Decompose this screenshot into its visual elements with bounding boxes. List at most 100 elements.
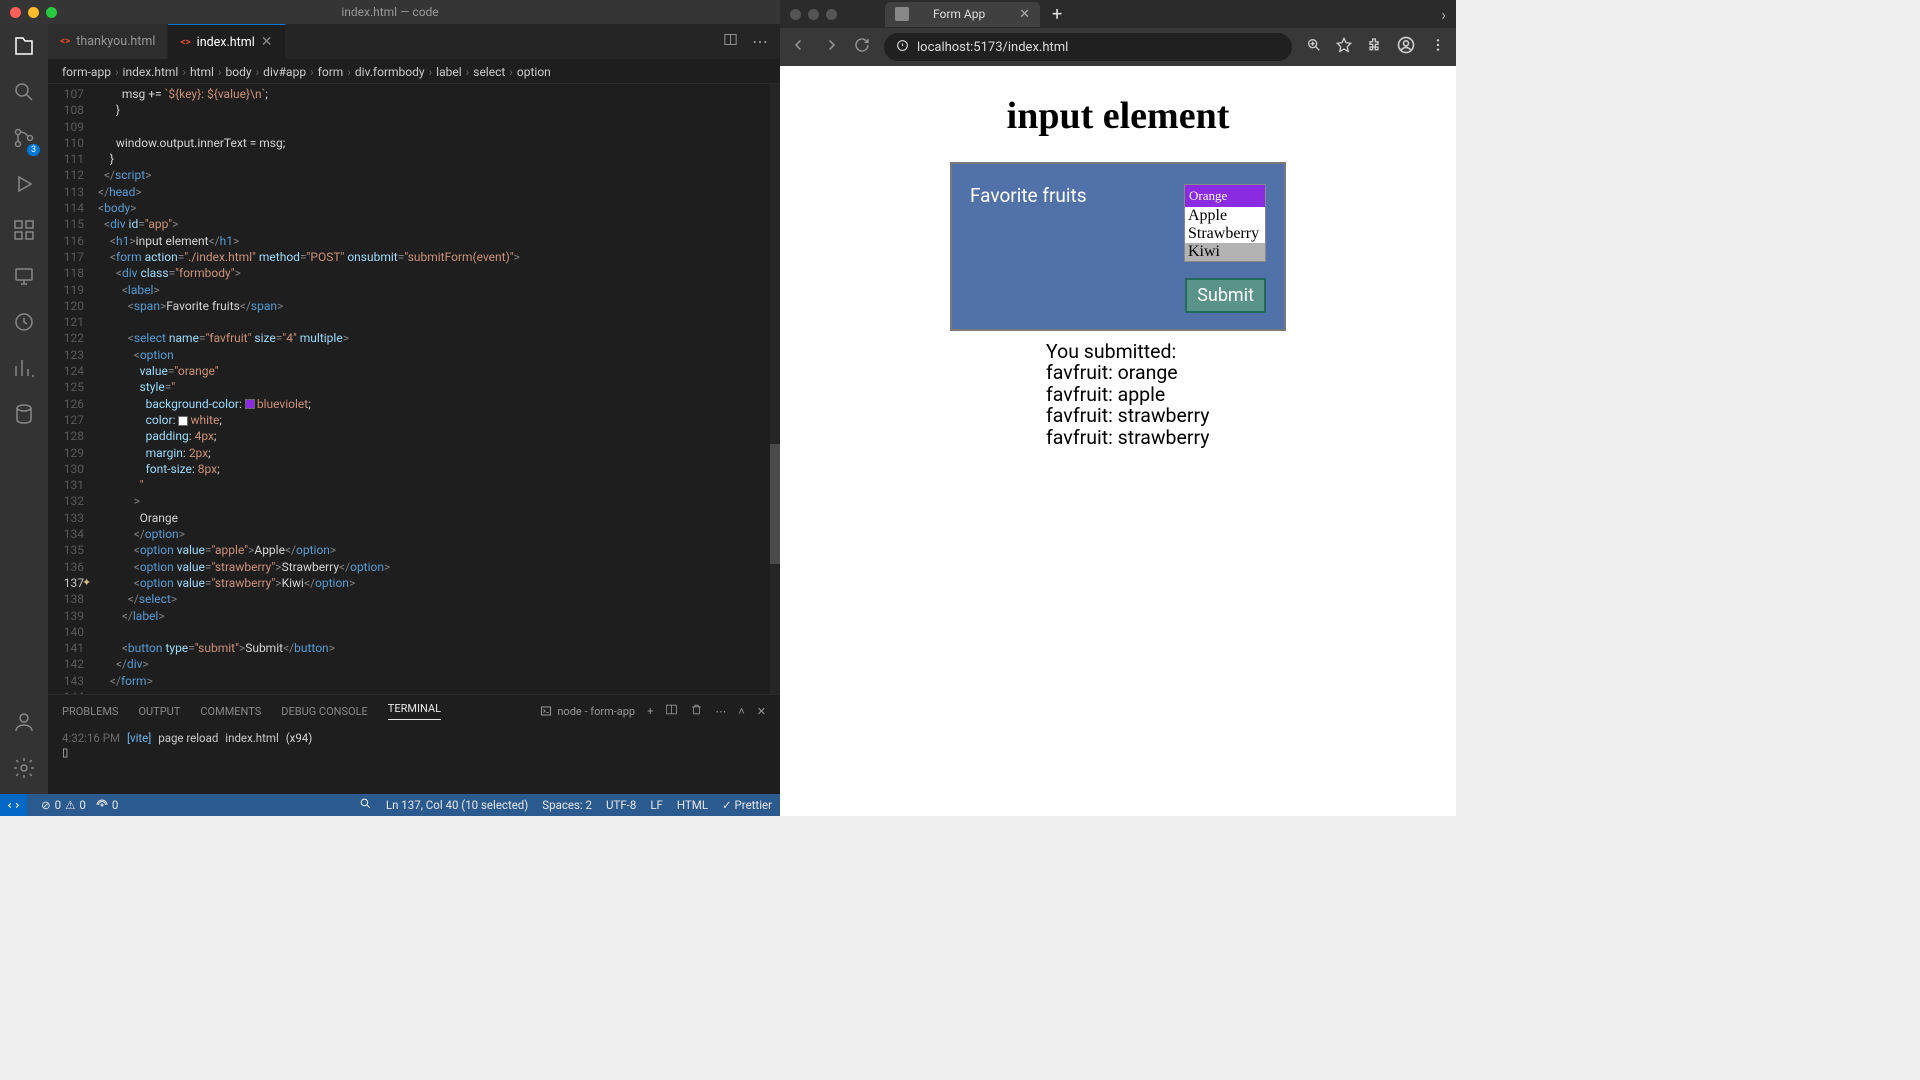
favicon-icon	[895, 7, 909, 21]
breadcrumb-item[interactable]: form-app	[62, 65, 111, 79]
breadcrumb-item[interactable]: select	[473, 65, 505, 79]
explorer-icon[interactable]	[12, 34, 36, 62]
form-output: You submitted:favfruit: orangefavfruit: …	[950, 341, 1286, 448]
editor-tabs: <>thankyou.html<>index.html✕ ⋯	[48, 24, 780, 60]
code-editor[interactable]: msg += `${key}: ${value}\n`; } window.ou…	[98, 84, 780, 694]
zoom-icon[interactable]	[1306, 37, 1322, 57]
search-icon[interactable]	[12, 80, 36, 108]
vscode-window: index.html — code 3 <>thankyou	[0, 0, 780, 816]
close-panel-icon[interactable]: ✕	[757, 705, 766, 718]
select-option[interactable]: Strawberry	[1185, 225, 1265, 243]
extensions-icon[interactable]	[1366, 37, 1382, 57]
run-debug-icon[interactable]	[12, 172, 36, 200]
zoom-window-icon[interactable]	[46, 7, 57, 18]
profile-icon[interactable]	[1396, 35, 1416, 59]
url-text: localhost:5173/index.html	[917, 40, 1068, 55]
kill-terminal-icon[interactable]	[690, 703, 703, 719]
minimize-window-icon[interactable]	[808, 9, 819, 20]
panel-tab[interactable]: PROBLEMS	[62, 705, 118, 718]
bookmark-icon[interactable]	[1336, 37, 1352, 57]
select-option[interactable]: Orange	[1185, 185, 1265, 207]
editor-tab[interactable]: <>thankyou.html	[48, 24, 168, 59]
site-info-icon[interactable]	[896, 39, 909, 56]
activity-bar: 3	[0, 24, 48, 794]
cursor-position[interactable]: Ln 137, Col 40 (10 selected)	[386, 798, 528, 812]
more-actions-icon[interactable]: ⋯	[752, 32, 768, 51]
url-bar[interactable]: localhost:5173/index.html	[884, 33, 1292, 61]
close-tab-icon[interactable]: ✕	[1019, 7, 1030, 22]
editor-tab[interactable]: <>index.html✕	[168, 24, 285, 59]
select-option[interactable]: Apple	[1185, 207, 1265, 225]
graph-icon[interactable]	[12, 356, 36, 384]
more-panel-icon[interactable]: ⋯	[715, 705, 726, 718]
eol-status[interactable]: LF	[650, 798, 663, 812]
page-heading: input element	[948, 94, 1288, 138]
split-editor-icon[interactable]	[723, 32, 738, 51]
indent-status[interactable]: Spaces: 2	[542, 798, 592, 812]
account-icon[interactable]	[12, 710, 36, 738]
panel-tab[interactable]: TERMINAL	[388, 702, 441, 720]
breadcrumb[interactable]: form-app›index.html›html›body›div#app›fo…	[48, 60, 780, 84]
maximize-panel-icon[interactable]: ˄	[738, 705, 744, 718]
close-tab-icon[interactable]: ✕	[261, 34, 273, 50]
settings-icon[interactable]	[12, 756, 36, 784]
reload-button[interactable]	[854, 37, 870, 57]
scm-badge: 3	[27, 144, 40, 156]
submit-button[interactable]: Submit	[1185, 278, 1266, 313]
minimize-window-icon[interactable]	[28, 7, 39, 18]
breadcrumb-item[interactable]: option	[517, 65, 551, 79]
form-container: Favorite fruits OrangeAppleStrawberryKiw…	[950, 162, 1286, 331]
browser-tab[interactable]: Form App ✕	[885, 2, 1040, 27]
traffic-lights	[10, 7, 57, 18]
close-window-icon[interactable]	[790, 9, 801, 20]
browser-window: Form App ✕ + › localhost:5173/index.html	[780, 0, 1456, 816]
source-control-icon[interactable]: 3	[12, 126, 36, 154]
browser-traffic-lights	[790, 9, 837, 20]
breadcrumb-item[interactable]: html	[190, 65, 214, 79]
bottom-panel: PROBLEMS OUTPUT COMMENTS DEBUG CONSOLE TERMI…	[48, 694, 780, 794]
breadcrumb-item[interactable]: div.formbody	[355, 65, 425, 79]
select-option[interactable]: Kiwi	[1185, 243, 1265, 261]
close-window-icon[interactable]	[10, 7, 21, 18]
terminal-output[interactable]: 4:32:16 PM [vite] page reload index.html…	[48, 727, 780, 794]
terminal-task-icon[interactable]: node - form-app	[540, 705, 635, 718]
zoom-window-icon[interactable]	[826, 9, 837, 20]
fruit-select[interactable]: OrangeAppleStrawberryKiwi	[1184, 184, 1266, 262]
browser-toolbar: localhost:5173/index.html	[780, 28, 1456, 66]
status-bar: ⊘0⚠0 0 Ln 137, Col 40 (10 selected) Spac…	[0, 794, 780, 816]
new-tab-button[interactable]: +	[1046, 4, 1068, 25]
scrollbar[interactable]	[770, 84, 780, 694]
problems-status[interactable]: ⊘0⚠0	[41, 798, 86, 812]
lightbulb-icon[interactable]: ✦	[82, 575, 91, 591]
breadcrumb-item[interactable]: label	[436, 65, 461, 79]
find-icon[interactable]	[359, 797, 372, 813]
titlebar: index.html — code	[0, 0, 780, 24]
breadcrumb-item[interactable]: div#app	[263, 65, 306, 79]
panel-tab[interactable]: OUTPUT	[138, 705, 180, 718]
window-title: index.html — code	[341, 5, 438, 19]
split-terminal-icon[interactable]	[665, 703, 678, 719]
encoding-status[interactable]: UTF-8	[606, 798, 636, 812]
prettier-status[interactable]: ✓ Prettier	[722, 798, 772, 812]
database-icon[interactable]	[12, 402, 36, 430]
window-menu-icon[interactable]: ›	[1441, 5, 1446, 24]
forward-button[interactable]	[822, 36, 840, 58]
browser-viewport: input element Favorite fruits OrangeAppl…	[780, 66, 1456, 816]
extensions-icon[interactable]	[12, 218, 36, 246]
breadcrumb-item[interactable]: form	[318, 65, 344, 79]
language-status[interactable]: HTML	[677, 798, 708, 812]
panel-tab[interactable]: COMMENTS	[200, 705, 261, 718]
line-numbers: 1071081091101111121131141151161171181191…	[48, 84, 98, 694]
panel-tab[interactable]: DEBUG CONSOLE	[281, 705, 368, 718]
testing-icon[interactable]	[12, 310, 36, 338]
back-button[interactable]	[790, 36, 808, 58]
breadcrumb-item[interactable]: body	[226, 65, 252, 79]
remote-indicator[interactable]	[0, 794, 27, 816]
menu-icon[interactable]	[1430, 37, 1446, 57]
new-terminal-icon[interactable]: +	[647, 705, 653, 718]
remote-icon[interactable]	[12, 264, 36, 292]
breadcrumb-item[interactable]: index.html	[123, 65, 179, 79]
html-file-icon: <>	[180, 37, 190, 48]
ports-status[interactable]: 0	[96, 798, 118, 812]
browser-titlebar: Form App ✕ + ›	[780, 0, 1456, 28]
